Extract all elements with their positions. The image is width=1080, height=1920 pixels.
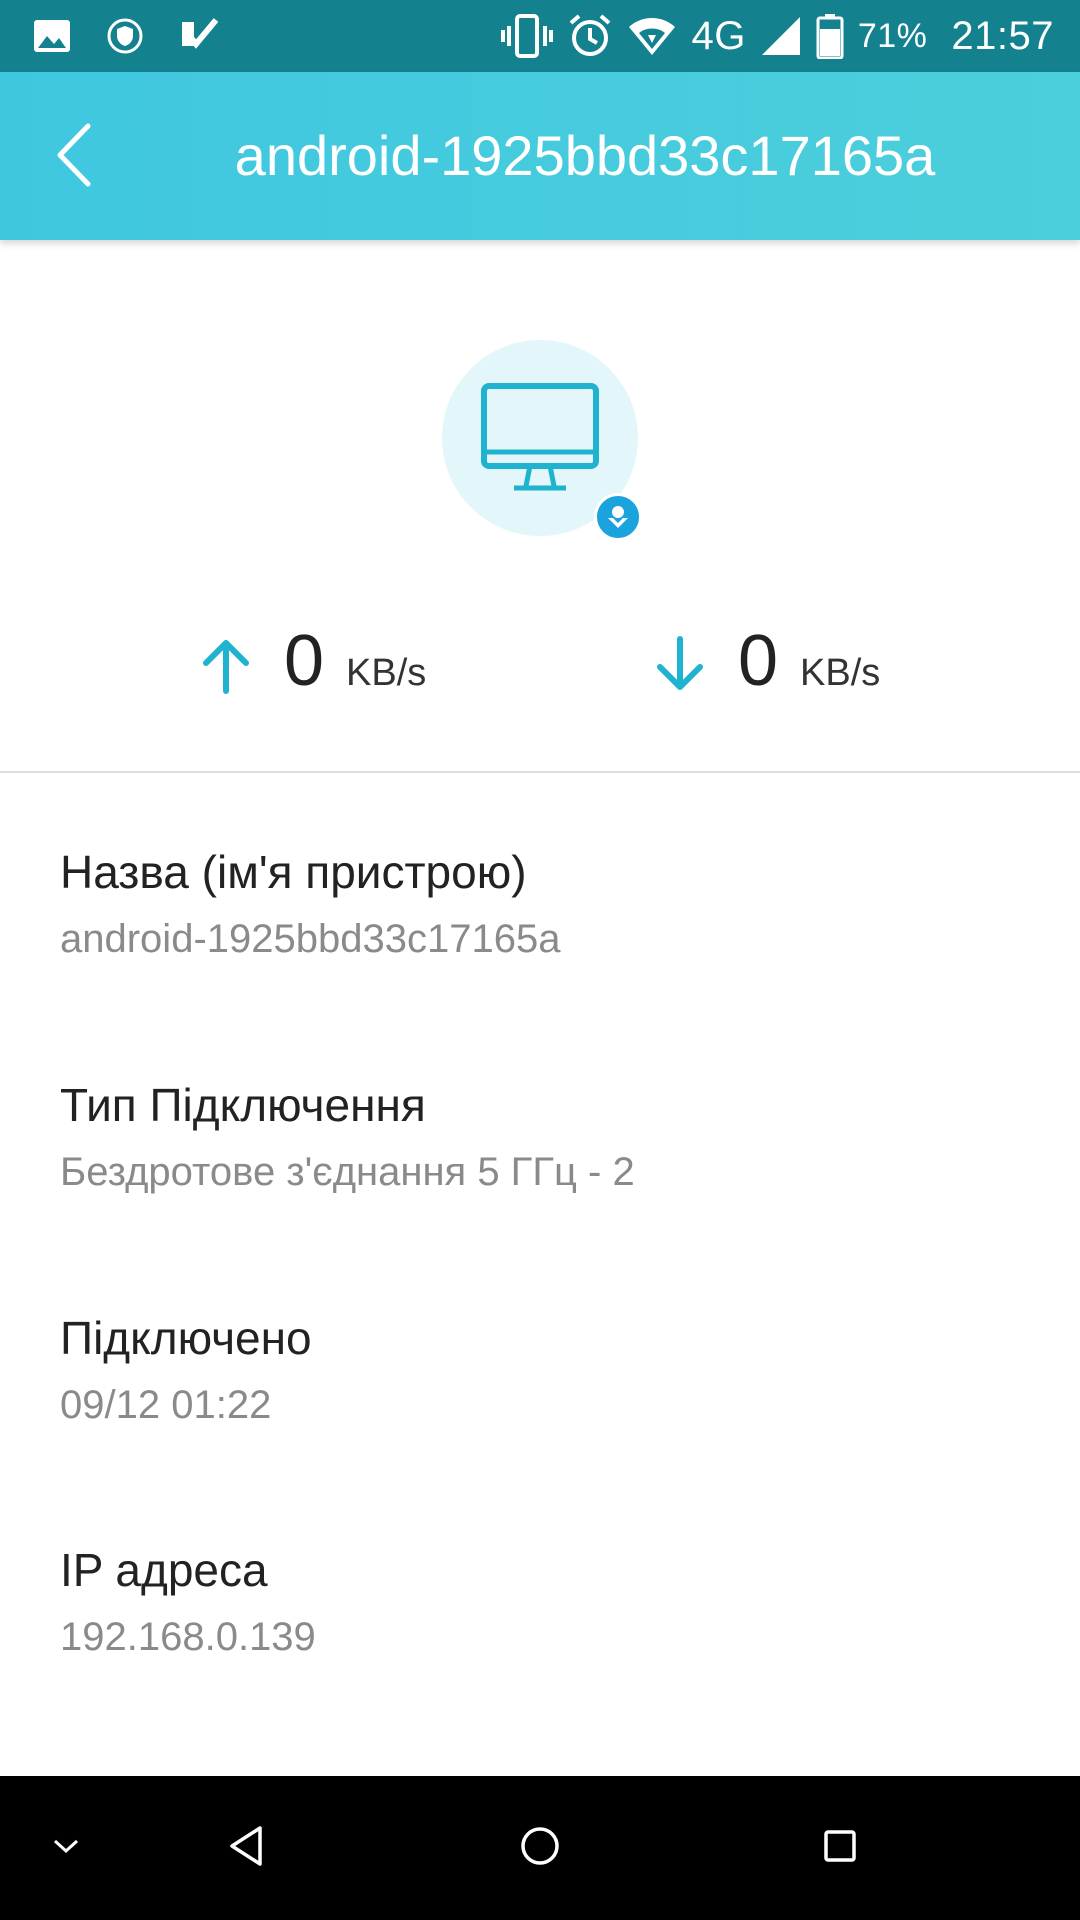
clock: 21:57 <box>951 13 1054 58</box>
info-item-connected: Підключено 09/12 01:22 <box>60 1308 1020 1432</box>
back-triangle-icon <box>226 1824 266 1873</box>
home-circle-icon <box>518 1824 562 1873</box>
monitor-icon <box>480 382 600 497</box>
image-icon <box>32 18 72 54</box>
info-value: android-1925bbd33c17165a <box>60 917 561 961</box>
download-unit: KB/s <box>800 652 881 694</box>
info-value: 192.168.0.139 <box>60 1615 316 1659</box>
android-badge-icon <box>594 493 642 541</box>
signal-icon <box>760 15 802 57</box>
info-item-name: Назва (ім'я пристрою) android-1925bbd33c… <box>60 842 1020 966</box>
info-value: 09/12 01:22 <box>60 1383 272 1427</box>
download-speed: 0 KB/s <box>652 620 880 710</box>
vibrate-icon <box>501 14 554 58</box>
app-bar: android-1925bbd33c17165a <box>0 72 1080 240</box>
page-title: android-1925bbd33c17165a <box>234 124 936 187</box>
nav-back-button[interactable] <box>210 1812 282 1884</box>
check-icon <box>178 16 220 56</box>
network-type: 4G <box>691 13 746 58</box>
info-item-ip-address: IP адреса 192.168.0.139 <box>60 1540 1020 1664</box>
info-label: IP адреса <box>60 1544 268 1596</box>
collapse-button[interactable] <box>30 1812 102 1884</box>
info-label: Підключено <box>60 1312 312 1364</box>
status-bar: 4G 71% 21:57 <box>0 0 1080 72</box>
info-item-connection-type: Тип Підключення Бездротове з'єднання 5 Г… <box>60 1075 1020 1199</box>
chevron-down-icon <box>51 1836 81 1861</box>
upload-value: 0 <box>284 621 325 701</box>
info-value: Бездротове з'єднання 5 ГГц - 2 <box>60 1150 635 1194</box>
nav-recents-button[interactable] <box>804 1812 876 1884</box>
nav-home-button[interactable] <box>504 1812 576 1884</box>
chevron-left-icon <box>52 120 96 195</box>
arrow-down-icon <box>652 635 708 695</box>
info-label: Тип Підключення <box>60 1079 426 1131</box>
upload-unit: KB/s <box>346 652 427 694</box>
alarm-icon <box>567 13 613 59</box>
divider <box>0 771 1080 773</box>
recents-square-icon <box>820 1826 860 1871</box>
battery-percent: 71% <box>857 16 928 55</box>
back-button[interactable] <box>52 112 142 202</box>
download-value: 0 <box>738 621 779 701</box>
upload-speed: 0 KB/s <box>198 620 426 710</box>
battery-icon <box>816 13 844 59</box>
wifi-icon <box>627 15 677 57</box>
info-label: Назва (ім'я пристрою) <box>60 846 527 898</box>
arrow-up-icon <box>198 635 254 695</box>
navigation-bar <box>0 1776 1080 1920</box>
shield-icon <box>106 17 144 55</box>
